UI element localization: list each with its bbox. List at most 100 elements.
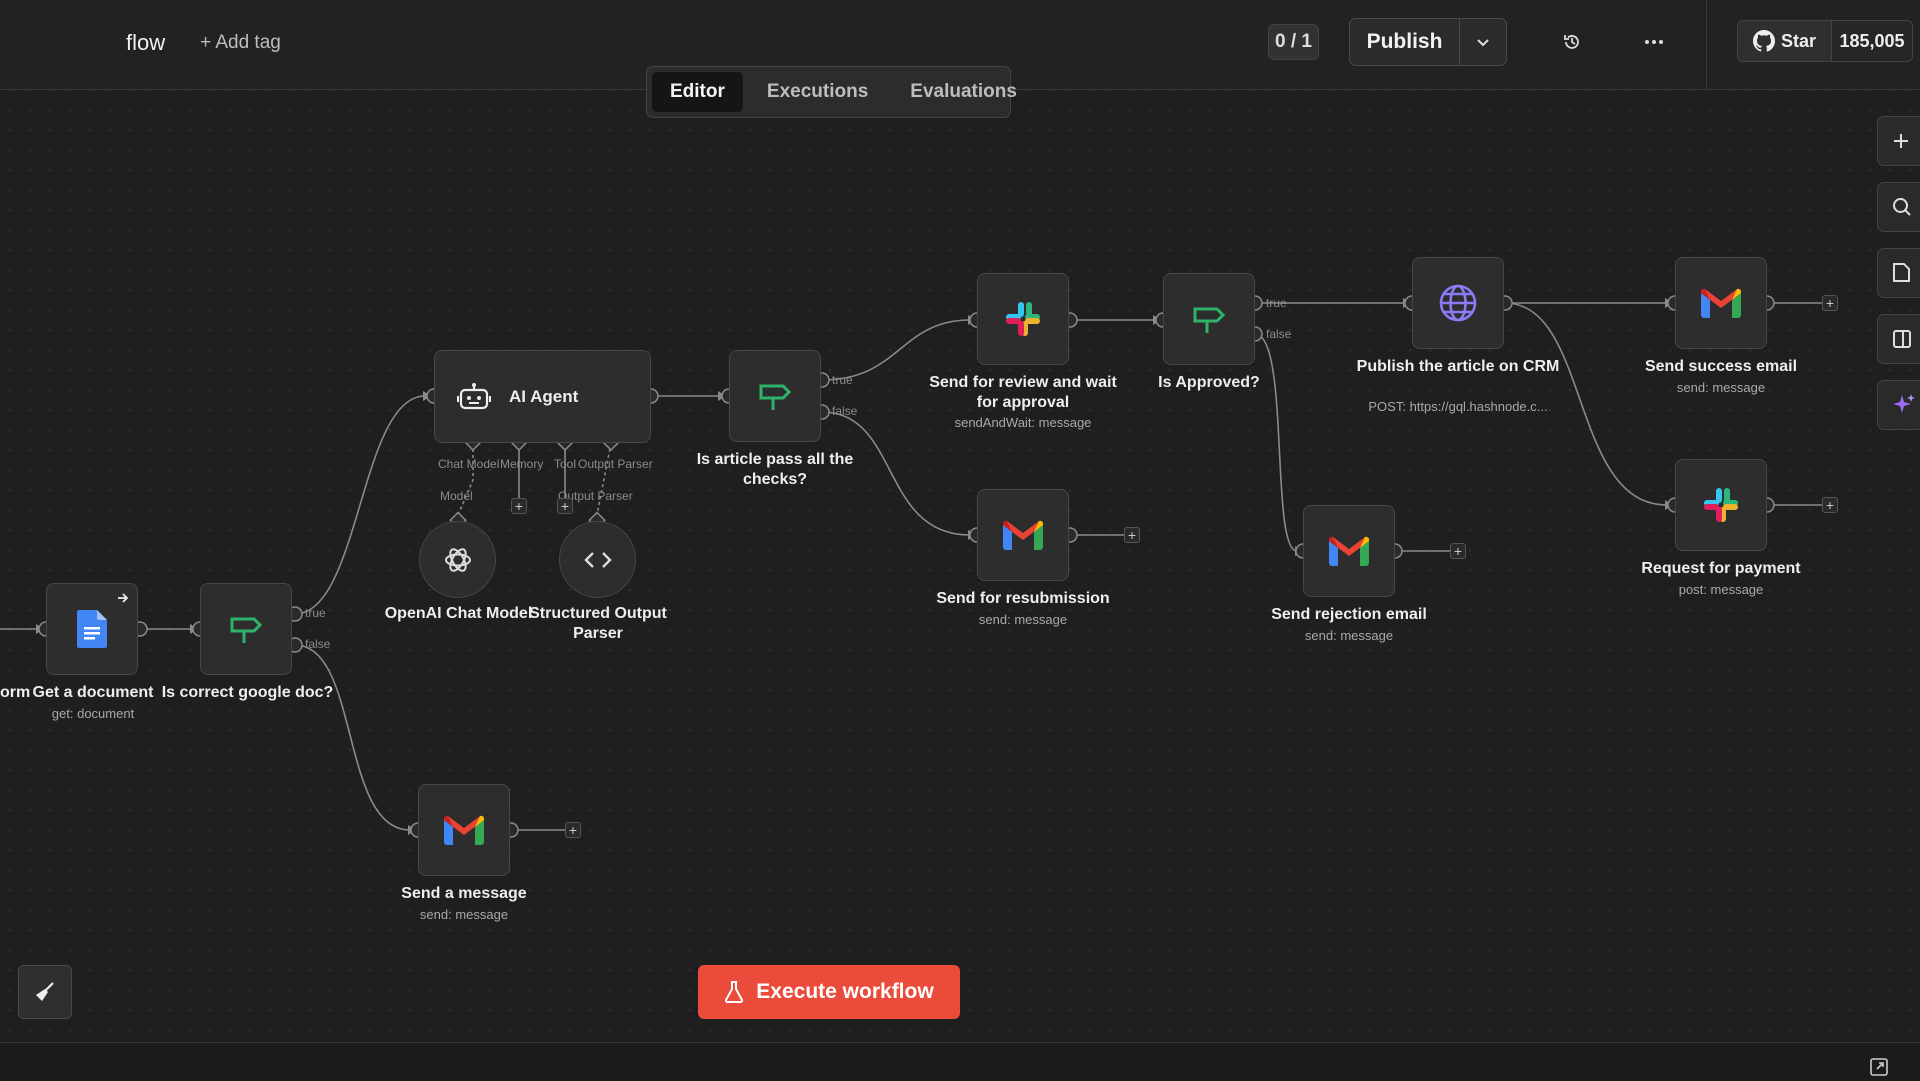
node-publish-article[interactable]: [1412, 257, 1504, 349]
node-subtitle: post: message: [1678, 582, 1764, 597]
sparkle-icon: [1893, 394, 1915, 413]
divider: [1706, 0, 1707, 90]
node-is-article-pass[interactable]: [729, 350, 821, 442]
more-horizontal-icon: [1645, 40, 1663, 44]
flask-icon: [725, 981, 744, 1003]
slack-icon: [1006, 302, 1040, 336]
node-openai-chat-model[interactable]: [419, 521, 496, 598]
sticky-note-icon: [1893, 263, 1910, 282]
gmail-icon: [1701, 288, 1741, 318]
node-subtitle: send: message: [1676, 380, 1766, 395]
history-button[interactable]: [1556, 26, 1588, 58]
node-subtitle: POST: https://gql.hashnode.c...: [1368, 399, 1548, 414]
add-node-button[interactable]: +: [1124, 527, 1140, 543]
edge-approved-reject: [1254, 333, 1298, 552]
node-is-approved[interactable]: [1163, 273, 1255, 365]
add-node-button[interactable]: +: [1822, 295, 1838, 311]
github-star-button[interactable]: Star: [1738, 21, 1832, 61]
gmail-icon: [1003, 520, 1043, 550]
add-node-button[interactable]: +: [565, 822, 581, 838]
search-icon: [1893, 198, 1911, 216]
branch-false-label: false: [1266, 327, 1292, 341]
edge-agent-model: [457, 443, 474, 516]
node-subtitle: send: message: [419, 907, 509, 922]
publish-dropdown-button[interactable]: [1460, 19, 1506, 65]
node-send-success-email[interactable]: [1675, 257, 1767, 349]
gmail-icon: [1329, 536, 1369, 566]
port-tool-label: Tool: [554, 457, 577, 471]
clear-execution-button[interactable]: [18, 965, 72, 1019]
trigger-node-label: orm: [0, 684, 31, 701]
bottom-bar: [0, 1042, 1920, 1081]
github-star-label: Star: [1780, 30, 1816, 51]
gmail-icon: [444, 815, 484, 845]
more-options-button[interactable]: [1638, 26, 1670, 58]
robot-icon: [457, 382, 491, 409]
node-label: Get a document: [32, 684, 154, 701]
execute-workflow-button[interactable]: Execute workflow: [698, 965, 960, 1019]
arrow-right-icon: [118, 593, 129, 603]
workflow-name[interactable]: flow: [126, 30, 165, 56]
search-button[interactable]: [1877, 182, 1920, 232]
broom-icon: [36, 982, 54, 1001]
if-icon: [759, 384, 792, 410]
node-label: Send rejection email: [1271, 606, 1427, 623]
edge-iscorrect-agent: [294, 395, 426, 615]
tab-editor[interactable]: Editor: [652, 72, 743, 112]
branch-false-label: false: [305, 637, 331, 651]
tab-executions[interactable]: Executions: [749, 72, 886, 112]
port-chat-model-label: Chat Model: [438, 457, 500, 471]
node-send-rejection-email[interactable]: [1303, 505, 1395, 597]
node-structured-output-parser[interactable]: [559, 521, 636, 598]
branch-true-label: true: [305, 606, 326, 620]
tab-evaluations[interactable]: Evaluations: [892, 72, 1035, 112]
add-tool-button[interactable]: +: [557, 498, 573, 514]
branch-true-label: true: [832, 373, 853, 387]
node-label: Is Approved?: [1158, 374, 1260, 391]
add-node-panel-button[interactable]: [1877, 116, 1920, 166]
view-tabs: Editor Executions Evaluations: [646, 66, 1017, 118]
node-send-for-review[interactable]: [977, 273, 1069, 365]
toggle-panel-button[interactable]: [1877, 314, 1920, 364]
node-label: Send a message: [401, 885, 527, 902]
node-get-document[interactable]: [46, 583, 138, 675]
edge-isarticle-review: [821, 319, 971, 381]
node-ai-agent[interactable]: AI Agent: [434, 350, 651, 443]
node-label: Request for payment: [1641, 560, 1801, 577]
add-node-button[interactable]: +: [1450, 543, 1466, 559]
node-label: Send success email: [1644, 358, 1798, 375]
google-docs-icon: [77, 610, 107, 648]
publish-button-group: Publish: [1349, 18, 1507, 66]
connections-layer: [0, 295, 1822, 838]
execute-workflow-label: Execute workflow: [756, 980, 934, 1003]
if-icon: [230, 617, 263, 643]
chevron-down-icon: [1477, 39, 1489, 47]
history-icon: [1564, 35, 1579, 49]
edge-agent-parser: [596, 442, 612, 516]
ai-assistant-button[interactable]: [1877, 380, 1920, 430]
node-label: Structured Output Parser: [529, 605, 667, 642]
panel-icon: [1893, 330, 1911, 348]
port-output-parser-label: Output Parser: [578, 457, 653, 471]
node-send-message[interactable]: [418, 784, 510, 876]
openai-icon: [444, 547, 471, 572]
add-tag-button[interactable]: + Add tag: [200, 32, 281, 54]
branch-false-label: false: [832, 404, 858, 418]
globe-icon: [1439, 284, 1477, 322]
add-memory-button[interactable]: +: [511, 498, 527, 514]
node-subtitle: get: document: [51, 706, 135, 721]
add-node-button[interactable]: +: [1822, 497, 1838, 513]
node-label: Is correct google doc?: [161, 684, 334, 701]
node-is-correct-doc[interactable]: [200, 583, 292, 675]
node-send-for-resubmission[interactable]: [977, 489, 1069, 581]
version-counter: 0 / 1: [1268, 24, 1319, 60]
node-label: Is article pass all the checks?: [696, 451, 854, 488]
expand-icon[interactable]: [1870, 1058, 1888, 1076]
edge-iscorrect-sendmsg: [294, 644, 411, 831]
node-request-for-payment[interactable]: [1675, 459, 1767, 551]
node-label: Publish the article on CRM: [1356, 358, 1560, 375]
github-star-widget[interactable]: Star 185,005: [1737, 20, 1913, 62]
node-label: AI Agent: [509, 386, 579, 406]
publish-button[interactable]: Publish: [1350, 19, 1460, 65]
sticky-note-button[interactable]: [1877, 248, 1920, 298]
